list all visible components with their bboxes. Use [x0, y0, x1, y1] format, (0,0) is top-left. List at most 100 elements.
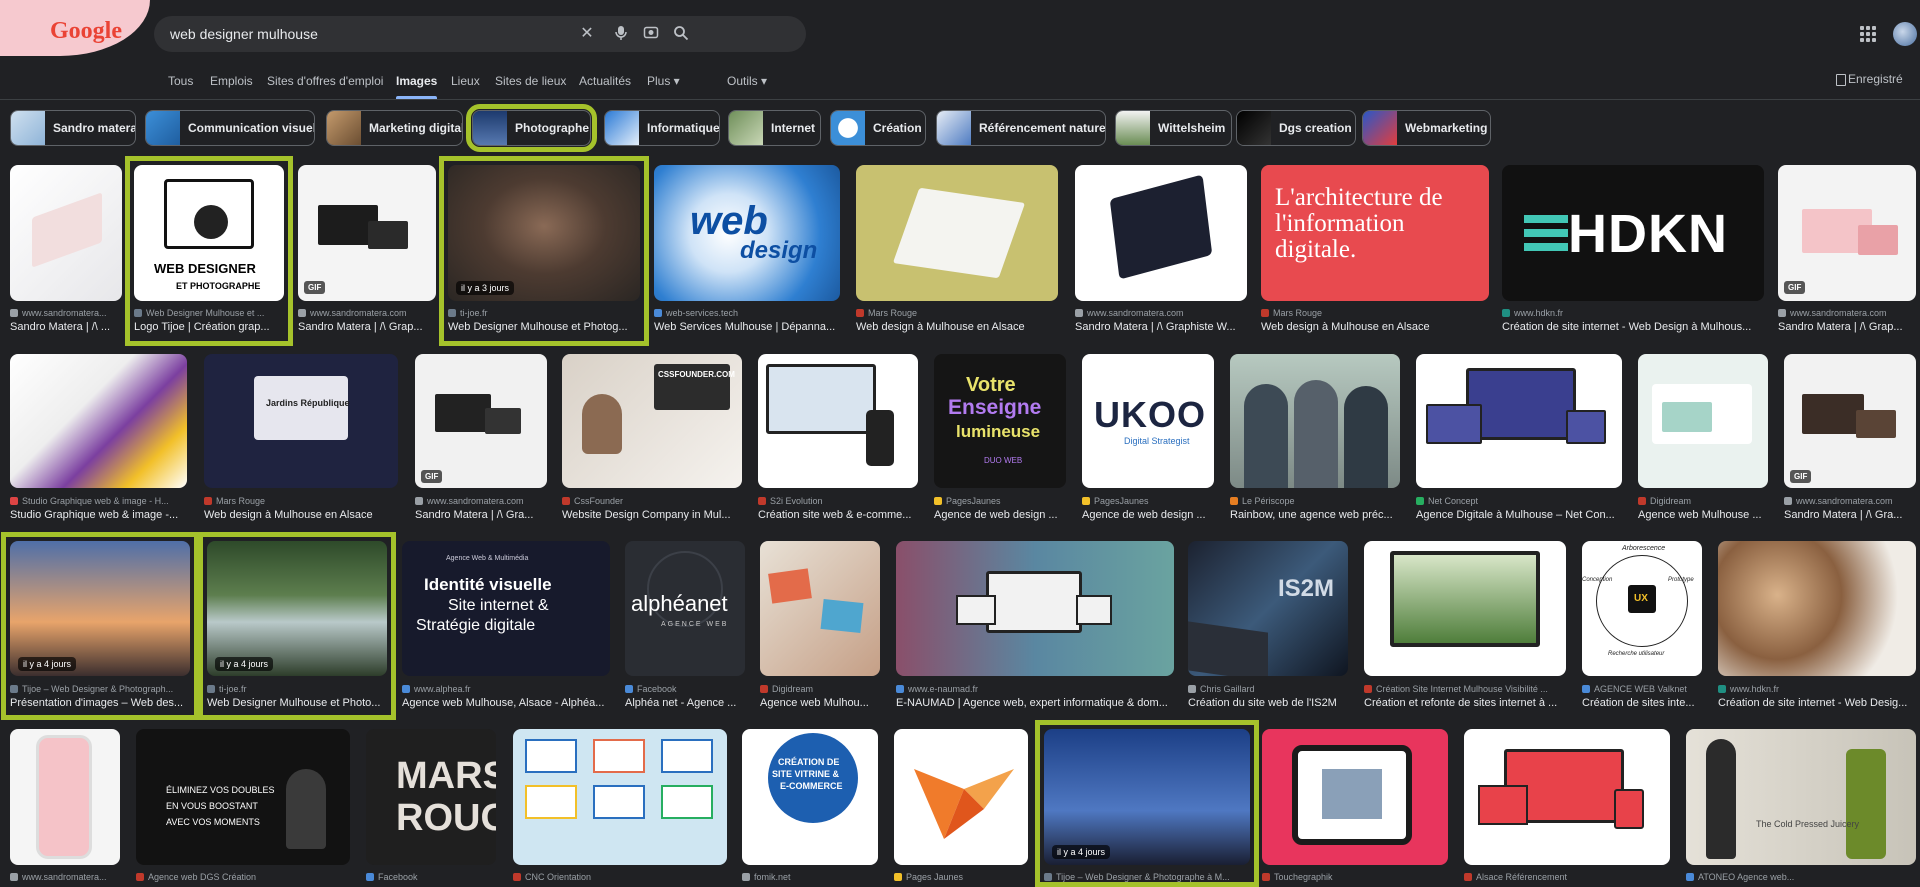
image-result[interactable]: CRÉATION DE SITE VITRINE & E-COMMERCE fo…: [742, 729, 878, 882]
result-thumbnail[interactable]: [1262, 729, 1448, 865]
result-source[interactable]: PagesJaunes: [1082, 496, 1214, 506]
result-title[interactable]: Création de site internet - Web Design à…: [1502, 321, 1764, 333]
result-thumbnail[interactable]: [1364, 541, 1566, 676]
result-title[interactable]: Agence web Mulhou...: [760, 697, 880, 709]
result-source[interactable]: www.e-naumad.fr: [896, 684, 1174, 694]
result-title[interactable]: Web Designer Mulhouse et Photo...: [207, 697, 387, 709]
result-thumbnail[interactable]: [1416, 354, 1622, 488]
apps-grid-icon[interactable]: [1860, 26, 1876, 42]
result-thumbnail[interactable]: il y a 3 jours: [448, 165, 640, 301]
tab-sites-de-lieux[interactable]: Sites de lieux: [495, 74, 566, 88]
result-source[interactable]: www.alphea.fr: [402, 684, 610, 694]
image-result[interactable]: www.sandromatera.com Sandro Matera | /\ …: [1075, 165, 1247, 335]
saved-link[interactable]: Enregistré: [1848, 72, 1903, 86]
image-result[interactable]: MARS ROUGE Facebook: [366, 729, 496, 882]
result-thumbnail[interactable]: Agence Web & Multimédia Identité visuell…: [402, 541, 610, 676]
image-result[interactable]: Net Concept Agence Digitale à Mulhouse –…: [1416, 354, 1622, 524]
image-result[interactable]: Digidream Agence web Mulhouse ...: [1638, 354, 1768, 524]
result-source[interactable]: www.hdkn.fr: [1718, 684, 1916, 694]
result-thumbnail[interactable]: GIF: [1778, 165, 1916, 301]
result-title[interactable]: Web design à Mulhouse en Alsace: [204, 509, 398, 521]
result-source[interactable]: Facebook: [366, 872, 496, 882]
image-result[interactable]: Studio Graphique web & image - H... Stud…: [10, 354, 187, 524]
result-thumbnail[interactable]: [1230, 354, 1400, 488]
image-result[interactable]: GIF www.sandromatera.com Sandro Matera |…: [415, 354, 547, 524]
image-result[interactable]: www.sandromatera... Sandro Matera | /\ .…: [10, 165, 122, 335]
result-source[interactable]: www.sandromatera.com: [298, 308, 436, 318]
image-result[interactable]: CNC Orientation: [513, 729, 727, 882]
image-result[interactable]: Pages Jaunes: [894, 729, 1028, 882]
image-result[interactable]: web design web-services.tech Web Service…: [654, 165, 840, 335]
chip-wittelsheim[interactable]: Wittelsheim: [1115, 110, 1232, 146]
camera-icon[interactable]: [642, 25, 660, 43]
tab-tous[interactable]: Tous: [168, 74, 193, 88]
result-source[interactable]: CssFounder: [562, 496, 742, 506]
result-source[interactable]: Tijoe – Web Designer & Photograph...: [10, 684, 190, 694]
chip-creation[interactable]: Création: [830, 110, 926, 146]
result-title[interactable]: E-NAUMAD | Agence web, expert informatiq…: [896, 697, 1174, 709]
image-result[interactable]: www.hdkn.fr Création de site internet - …: [1718, 541, 1916, 711]
image-result[interactable]: UKOO Digital Strategist PagesJaunes Agen…: [1082, 354, 1214, 524]
result-source[interactable]: Agence web DGS Création: [136, 872, 350, 882]
chip-dgs-creation[interactable]: Dgs creation: [1236, 110, 1356, 146]
result-title[interactable]: Agence web Mulhouse, Alsace - Alphéa...: [402, 697, 610, 709]
result-thumbnail[interactable]: [1464, 729, 1670, 865]
result-thumbnail[interactable]: CSSFOUNDER.COM: [562, 354, 742, 488]
result-source[interactable]: AGENCE WEB Valknet: [1582, 684, 1702, 694]
image-result[interactable]: Création Site Internet Mulhouse Visibili…: [1364, 541, 1566, 711]
close-icon[interactable]: ✕: [578, 25, 596, 43]
image-result[interactable]: il y a 3 jours ti-joe.fr Web Designer Mu…: [439, 156, 649, 346]
chip-sandro-matera[interactable]: Sandro matera: [10, 110, 136, 146]
result-thumbnail[interactable]: [894, 729, 1028, 865]
result-thumbnail[interactable]: [10, 729, 120, 865]
result-source[interactable]: Mars Rouge: [856, 308, 1058, 318]
result-source[interactable]: www.sandromatera...: [10, 308, 122, 318]
image-result[interactable]: Le Périscope Rainbow, une agence web pré…: [1230, 354, 1400, 524]
result-title[interactable]: Alphéa net - Agence ...: [625, 697, 745, 709]
image-result[interactable]: WEB DESIGNER ET PHOTOGRAPHE Web Designer…: [125, 156, 293, 346]
result-thumbnail[interactable]: ÉLIMINEZ VOS DOUBLES EN VOUS BOOSTANT AV…: [136, 729, 350, 865]
result-thumbnail[interactable]: GIF: [298, 165, 436, 301]
image-result[interactable]: IS2M Chris Gaillard Création du site web…: [1188, 541, 1348, 711]
result-title[interactable]: Sandro Matera | /\ Graphiste W...: [1075, 321, 1247, 333]
result-thumbnail[interactable]: Jardins République: [204, 354, 398, 488]
image-result[interactable]: Jardins République Mars Rouge Web design…: [204, 354, 398, 524]
result-source[interactable]: Digidream: [760, 684, 880, 694]
result-title[interactable]: Sandro Matera | /\ Gra...: [415, 509, 547, 521]
result-source[interactable]: www.sandromatera...: [10, 872, 120, 882]
result-source[interactable]: ti-joe.fr: [207, 684, 387, 694]
mic-icon[interactable]: [612, 25, 630, 43]
result-source[interactable]: www.sandromatera.com: [415, 496, 547, 506]
result-thumbnail[interactable]: [513, 729, 727, 865]
result-title[interactable]: Agence de web design ...: [1082, 509, 1214, 521]
result-thumbnail[interactable]: [758, 354, 918, 488]
result-thumbnail[interactable]: il y a 4 jours: [207, 541, 387, 676]
result-thumbnail[interactable]: web design: [654, 165, 840, 301]
result-source[interactable]: Chris Gaillard: [1188, 684, 1348, 694]
result-title[interactable]: Présentation d'images – Web des...: [10, 697, 190, 709]
result-source[interactable]: Touchegraphik: [1262, 872, 1448, 882]
result-title[interactable]: Création site web & e-comme...: [758, 509, 918, 521]
result-thumbnail[interactable]: WEB DESIGNER ET PHOTOGRAPHE: [134, 165, 284, 301]
result-thumbnail[interactable]: alphéanet AGENCE WEB: [625, 541, 745, 676]
result-thumbnail[interactable]: il y a 4 jours: [10, 541, 190, 676]
image-result[interactable]: HDKN www.hdkn.fr Création de site intern…: [1502, 165, 1764, 335]
result-title[interactable]: Studio Graphique web & image -...: [10, 509, 187, 521]
image-result[interactable]: Digidream Agence web Mulhou...: [760, 541, 880, 711]
image-result[interactable]: Mars Rouge Web design à Mulhouse en Alsa…: [856, 165, 1058, 335]
result-thumbnail[interactable]: [10, 165, 122, 301]
tab-emplois[interactable]: Emplois: [210, 74, 253, 88]
search-box[interactable]: web designer mulhouse ✕: [154, 16, 806, 52]
result-source[interactable]: Web Designer Mulhouse et ...: [134, 308, 284, 318]
result-thumbnail[interactable]: Arborescence UX Prototype Conception Rec…: [1582, 541, 1702, 676]
result-source[interactable]: ti-joe.fr: [448, 308, 640, 318]
result-title[interactable]: Création et refonte de sites internet à …: [1364, 697, 1566, 709]
result-title[interactable]: Web Designer Mulhouse et Photog...: [448, 321, 640, 333]
result-source[interactable]: Studio Graphique web & image - H...: [10, 496, 187, 506]
result-source[interactable]: Tijoe – Web Designer & Photographe à M..…: [1044, 872, 1250, 882]
result-thumbnail[interactable]: [10, 354, 187, 488]
result-source[interactable]: Mars Rouge: [204, 496, 398, 506]
result-source[interactable]: www.sandromatera.com: [1778, 308, 1916, 318]
result-thumbnail[interactable]: HDKN: [1502, 165, 1764, 301]
chip-photographe[interactable]: Photographe: [466, 104, 597, 152]
